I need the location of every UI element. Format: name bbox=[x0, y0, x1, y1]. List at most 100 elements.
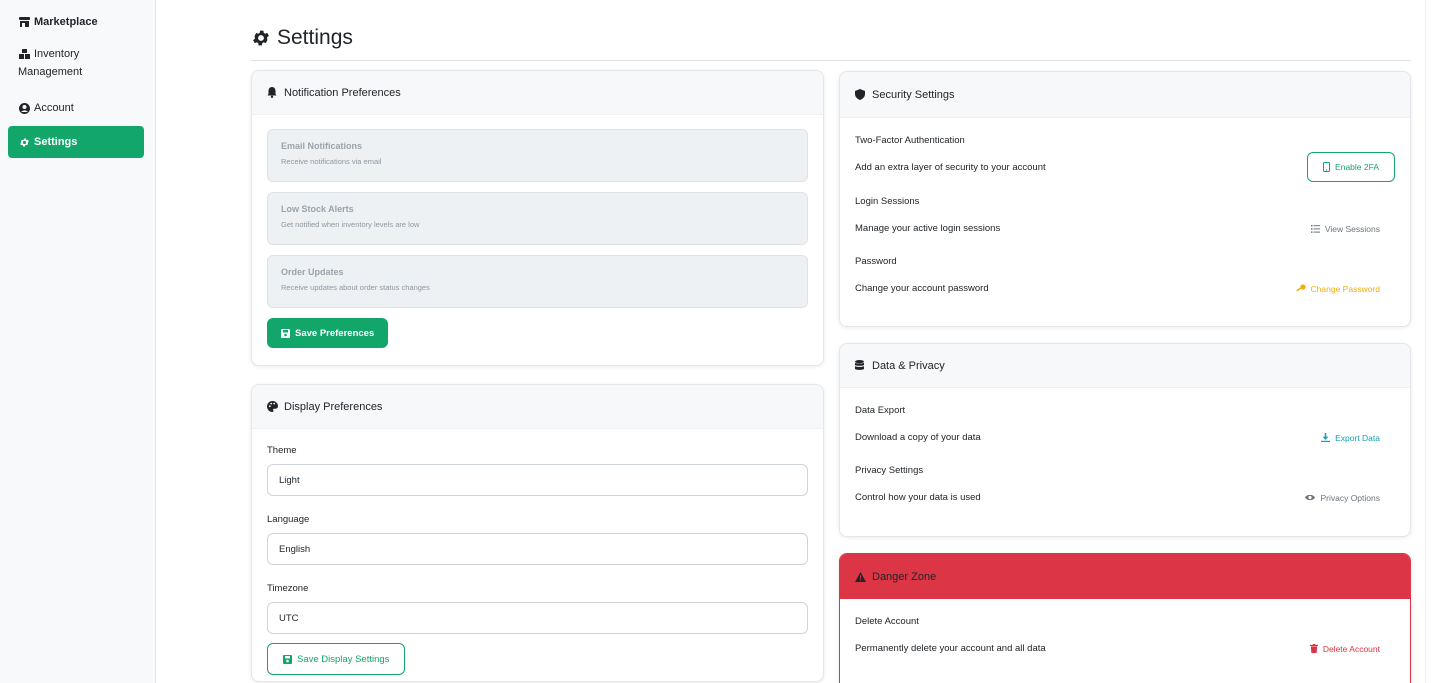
data-export-title: Data Export bbox=[855, 405, 906, 416]
pref-desc: Get notified when inventory levels are l… bbox=[281, 220, 420, 229]
sidebar-item-label: Management bbox=[18, 66, 83, 78]
bell-icon bbox=[267, 87, 278, 99]
pref-low-stock-alerts[interactable]: Low Stock Alerts Get notified when inven… bbox=[267, 192, 808, 245]
two-factor-row: Add an extra layer of security to your a… bbox=[855, 152, 1395, 182]
sidebar-item-label: Marketplace bbox=[34, 16, 98, 28]
language-label: Language bbox=[267, 514, 310, 525]
privacy-settings-desc: Control how your data is used bbox=[855, 492, 981, 503]
card-title: Notification Preferences bbox=[284, 86, 401, 99]
pref-email-notifications[interactable]: Email Notifications Receive notification… bbox=[267, 129, 808, 182]
card-body: Data Export Download a copy of your data… bbox=[840, 388, 1410, 536]
password-title: Password bbox=[855, 256, 897, 267]
sidebar-item-settings[interactable]: Settings bbox=[8, 126, 144, 158]
download-icon bbox=[1321, 433, 1331, 442]
sidebar: Marketplace Inventory Management Account… bbox=[0, 0, 156, 683]
card-header: Data & Privacy bbox=[840, 344, 1410, 388]
sidebar-item-account[interactable]: Account bbox=[8, 94, 144, 122]
button-label: Export Data bbox=[1335, 432, 1380, 443]
card-body: Delete Account Permanently delete your a… bbox=[840, 599, 1410, 683]
sidebar-item-label: Settings bbox=[34, 136, 78, 148]
card-title: Danger Zone bbox=[872, 570, 937, 583]
theme-label: Theme bbox=[267, 445, 297, 456]
view-sessions-button[interactable]: View Sessions bbox=[1310, 223, 1380, 234]
danger-zone-card: Danger Zone Delete Account Permanently d… bbox=[839, 553, 1411, 683]
card-header: Notification Preferences bbox=[252, 71, 823, 115]
timezone-select[interactable]: UTC bbox=[267, 602, 808, 634]
button-label: View Sessions bbox=[1324, 223, 1380, 234]
pref-order-updates[interactable]: Order Updates Receive updates about orde… bbox=[267, 255, 808, 308]
gear-icon bbox=[251, 27, 271, 49]
password-row: Change your account password Change Pass… bbox=[855, 283, 1395, 294]
sessions-desc: Manage your active login sessions bbox=[855, 223, 1001, 234]
warning-triangle-icon bbox=[855, 571, 866, 583]
data-export-row: Download a copy of your data Export Data bbox=[855, 432, 1395, 443]
language-select[interactable]: English bbox=[267, 533, 808, 565]
store-icon bbox=[18, 14, 30, 30]
card-header: Danger Zone bbox=[840, 554, 1410, 599]
database-icon bbox=[855, 360, 866, 372]
sessions-row: Manage your active login sessions View S… bbox=[855, 223, 1395, 234]
delete-account-row: Permanently delete your account and all … bbox=[855, 643, 1395, 654]
scrollbar[interactable] bbox=[1425, 0, 1431, 683]
pref-title: Low Stock Alerts bbox=[281, 204, 354, 214]
delete-account-title: Delete Account bbox=[855, 616, 919, 627]
sessions-title: Login Sessions bbox=[855, 196, 920, 207]
pref-desc: Receive updates about order status chang… bbox=[281, 283, 430, 292]
sidebar-item-marketplace[interactable]: Marketplace bbox=[8, 8, 144, 36]
sidebar-item-label: Inventory bbox=[34, 46, 79, 62]
card-body: Theme Light Language English Timezone UT… bbox=[252, 429, 823, 681]
save-icon bbox=[283, 654, 292, 664]
delete-account-button[interactable]: Delete Account bbox=[1309, 643, 1380, 654]
theme-select[interactable]: Light bbox=[267, 464, 808, 496]
pref-title: Email Notifications bbox=[281, 141, 363, 151]
export-data-button[interactable]: Export Data bbox=[1321, 433, 1380, 443]
data-export-desc: Download a copy of your data bbox=[855, 432, 981, 443]
two-factor-title: Two-Factor Authentication bbox=[855, 135, 965, 146]
page-title-text: Settings bbox=[277, 26, 353, 49]
privacy-settings-title: Privacy Settings bbox=[855, 465, 924, 476]
button-label: Privacy Options bbox=[1320, 492, 1380, 503]
pref-title: Order Updates bbox=[281, 267, 344, 277]
change-password-button[interactable]: Change Password bbox=[1295, 283, 1380, 294]
pref-desc: Receive notifications via email bbox=[281, 157, 382, 166]
list-icon bbox=[1310, 224, 1320, 233]
button-label: Save Display Settings bbox=[297, 653, 390, 665]
password-desc: Change your account password bbox=[855, 283, 989, 294]
key-icon bbox=[1295, 284, 1306, 293]
card-header: Security Settings bbox=[840, 72, 1410, 118]
gear-icon bbox=[18, 134, 30, 150]
save-preferences-button[interactable]: Save Preferences bbox=[267, 318, 389, 348]
card-body: Email Notifications Receive notification… bbox=[252, 115, 823, 362]
card-header: Display Preferences bbox=[252, 385, 823, 429]
save-display-settings-button[interactable]: Save Display Settings bbox=[267, 643, 406, 675]
timezone-label: Timezone bbox=[267, 583, 309, 594]
card-body: Two-Factor Authentication Add an extra l… bbox=[840, 118, 1410, 326]
user-circle-icon bbox=[18, 100, 30, 116]
save-icon bbox=[281, 328, 290, 338]
boxes-icon bbox=[18, 46, 30, 62]
card-title: Data & Privacy bbox=[872, 359, 945, 372]
button-label: Save Preferences bbox=[295, 327, 375, 339]
notification-preferences-card: Notification Preferences Email Notificat… bbox=[251, 70, 824, 366]
shield-icon bbox=[855, 89, 866, 101]
label-line: Inventory bbox=[34, 48, 80, 60]
privacy-options-button[interactable]: Privacy Options bbox=[1305, 493, 1380, 503]
two-factor-desc: Add an extra layer of security to your a… bbox=[855, 161, 1046, 173]
mobile-icon bbox=[1323, 162, 1331, 172]
security-settings-card: Security Settings Two-Factor Authenticat… bbox=[839, 71, 1411, 327]
card-title: Security Settings bbox=[872, 88, 955, 101]
privacy-settings-row: Control how your data is used Privacy Op… bbox=[855, 492, 1395, 503]
enable-2fa-button[interactable]: Enable 2FA bbox=[1307, 152, 1395, 182]
delete-account-desc: Permanently delete your account and all … bbox=[855, 643, 1046, 654]
palette-icon bbox=[267, 401, 278, 413]
card-title: Display Preferences bbox=[284, 400, 383, 413]
trash-icon bbox=[1309, 644, 1318, 653]
sidebar-item-inventory-line2[interactable]: Management bbox=[8, 64, 144, 86]
eye-icon bbox=[1305, 494, 1316, 501]
page-title: Settings bbox=[251, 26, 1411, 61]
display-preferences-card: Display Preferences Theme Light Language… bbox=[251, 384, 824, 682]
data-privacy-card: Data & Privacy Data Export Download a co… bbox=[839, 343, 1411, 537]
button-label: Delete Account bbox=[1322, 643, 1380, 654]
button-label: Change Password bbox=[1310, 283, 1380, 294]
button-label: Enable 2FA bbox=[1335, 162, 1379, 172]
